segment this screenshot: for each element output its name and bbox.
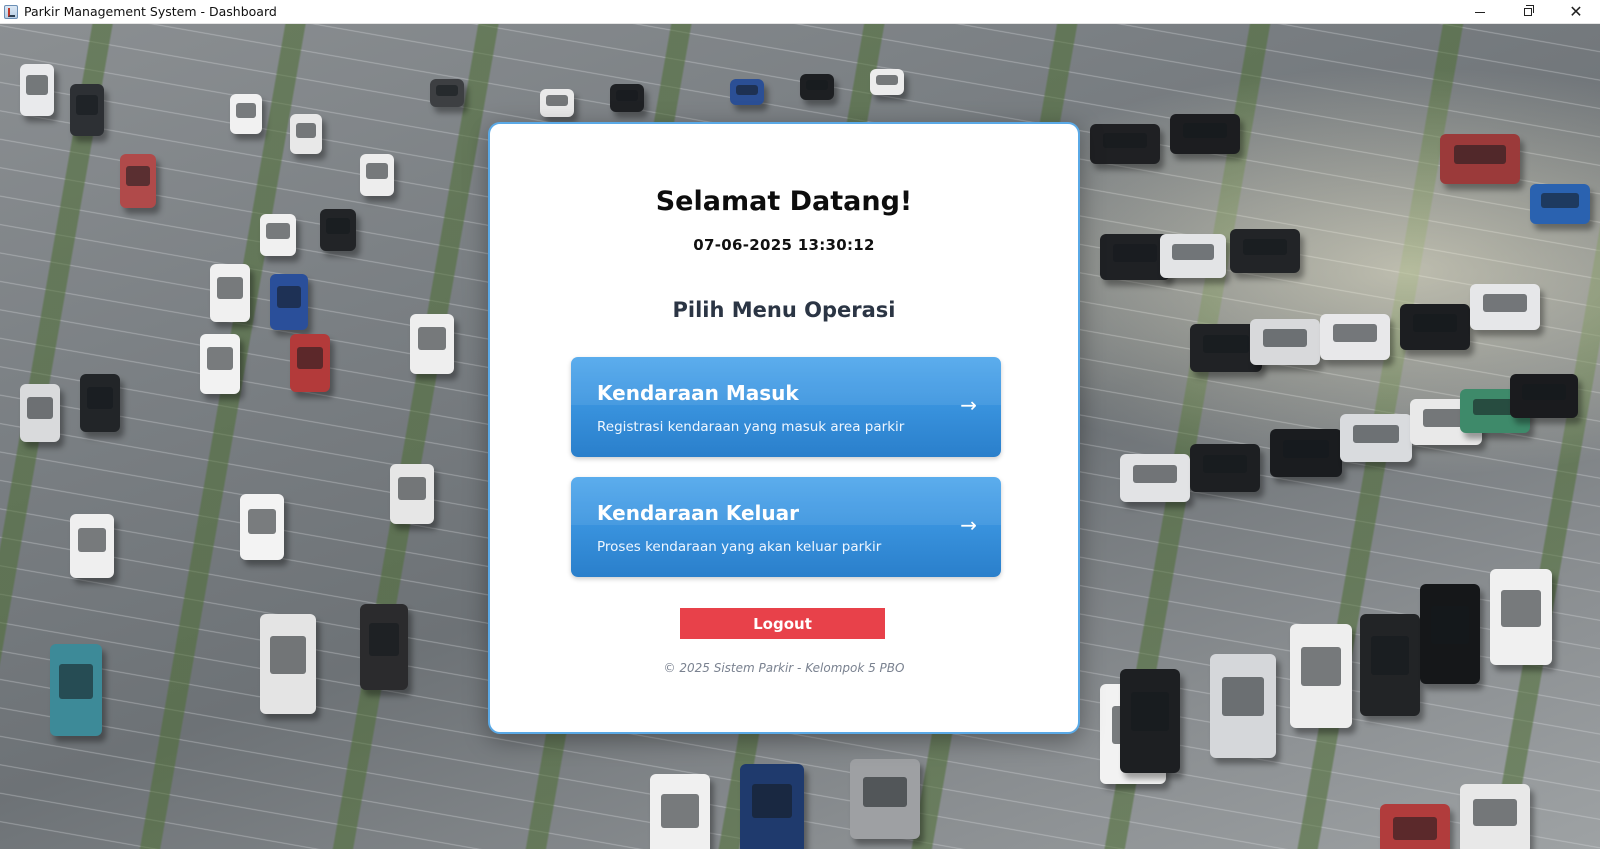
background-car [430,79,464,107]
background-car [120,154,156,208]
background-car [50,644,102,736]
restore-icon [1524,5,1534,16]
background-car [800,74,834,100]
background-car [20,64,54,116]
background-car [610,84,644,112]
menu-heading: Pilih Menu Operasi [672,298,896,322]
background-car [320,209,356,251]
window-title: Parkir Management System - Dashboard [24,4,277,19]
background-car [540,89,574,117]
vehicle-entry-button[interactable]: Kendaraan Masuk Registrasi kendaraan yan… [571,357,1001,457]
minimize-icon [1475,11,1485,13]
background-car [1400,304,1470,350]
background-car [1090,124,1160,164]
background-car [260,614,316,714]
background-car [1210,654,1276,758]
background-car [200,334,240,394]
vehicle-exit-button[interactable]: Kendaraan Keluar Proses kendaraan yang a… [571,477,1001,577]
background-car [1420,584,1480,684]
background-car [730,79,764,105]
background-car [1230,229,1300,273]
background-car [360,154,394,196]
background-car [870,69,904,95]
title-bar: Parkir Management System - Dashboard ✕ [0,0,1600,24]
background-car [1530,184,1590,224]
background-car [1250,319,1320,365]
background-car [410,314,454,374]
background-car [1170,114,1240,154]
background-car [1440,134,1520,184]
background-car [1510,374,1578,418]
background-car [240,494,284,560]
background-car [390,464,434,524]
background-car [1470,284,1540,330]
app-window: Parkir Management System - Dashboard ✕ S… [0,0,1600,849]
background-car [1290,624,1352,728]
background-car [360,604,408,690]
window-controls: ✕ [1456,0,1600,24]
background-car [70,514,114,578]
background-car [740,764,804,849]
current-datetime: 07-06-2025 13:30:12 [693,236,875,254]
dashboard-card: Selamat Datang! 07-06-2025 13:30:12 Pili… [488,122,1080,734]
background-car [290,114,322,154]
background-car [230,94,262,134]
arrow-right-icon: → [960,393,977,417]
background-car [80,374,120,432]
logout-button[interactable]: Logout [680,608,885,639]
close-button[interactable]: ✕ [1552,0,1600,24]
background-car [20,384,60,442]
background-car [850,759,920,839]
background-car [1360,614,1420,716]
minimize-button[interactable] [1456,0,1504,24]
close-icon: ✕ [1569,2,1583,21]
background-car [1120,669,1180,773]
background-car [1120,454,1190,502]
background-car [1190,444,1260,492]
vehicle-exit-title: Kendaraan Keluar [597,501,799,525]
vehicle-exit-subtitle: Proses kendaraan yang akan keluar parkir [597,539,882,555]
background-car [1320,314,1390,360]
background-car [1460,784,1530,849]
background-car [210,264,250,322]
vehicle-entry-title: Kendaraan Masuk [597,381,799,405]
java-app-icon [4,4,18,19]
maximize-button[interactable] [1504,0,1552,24]
footer-copyright: © 2025 Sistem Parkir - Kelompok 5 PBO [663,661,905,675]
background-car [1340,414,1412,462]
background-car [290,334,330,392]
background-car [650,774,710,849]
background-car [270,274,308,330]
background-car [1160,234,1226,278]
background-car [1490,569,1552,665]
welcome-heading: Selamat Datang! [655,186,913,217]
background-car [1270,429,1342,477]
vehicle-entry-subtitle: Registrasi kendaraan yang masuk area par… [597,419,905,435]
background-car [260,214,296,256]
arrow-right-icon: → [960,513,977,537]
background-car [1380,804,1450,849]
background-car [70,84,104,136]
